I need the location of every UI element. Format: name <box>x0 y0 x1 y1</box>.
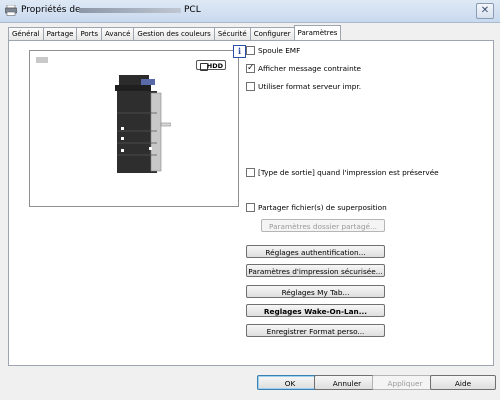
preview-thumbnail-badge <box>36 57 48 63</box>
checkbox-box[interactable] <box>246 203 255 212</box>
checkbox-box[interactable] <box>246 168 255 177</box>
title-bar: Propriétés de PCL ✕ <box>0 0 500 23</box>
checkbox-box-checked[interactable] <box>246 63 255 73</box>
help-button[interactable]: Aide <box>430 375 496 390</box>
tab-sharing[interactable]: Partage <box>42 27 78 40</box>
spool-emf-checkbox[interactable]: Spoule EMF <box>246 46 300 55</box>
window-title-suffix: PCL <box>184 5 201 15</box>
checkbox-box[interactable] <box>246 46 255 55</box>
hdd-icon <box>200 63 208 71</box>
cancel-button[interactable]: Annuler <box>314 375 380 390</box>
spool-emf-label: Spoule EMF <box>258 46 301 55</box>
save-custom-format-button[interactable]: Enregistrer Format perso... <box>246 324 385 337</box>
apply-button[interactable]: Appliquer <box>372 375 438 390</box>
tab-advanced[interactable]: Avancé <box>100 27 135 40</box>
checkbox-box[interactable] <box>246 82 255 91</box>
output-type-label: [Type de sortie] quand l'impression est … <box>258 168 439 177</box>
printer-icon <box>5 5 17 16</box>
wake-on-lan-settings-button[interactable]: Reglages Wake-On-Lan... <box>246 304 385 317</box>
hdd-badge: HDD <box>196 60 226 71</box>
printer-illustration-icon <box>115 75 171 173</box>
show-message-label: Afficher message contrainte <box>258 64 362 73</box>
share-overlay-checkbox[interactable]: Partager fichier(s) de superposition <box>246 203 387 212</box>
shared-folder-settings-button[interactable]: Paramètres dossier partagé... <box>261 219 385 232</box>
window-title-prefix: Propriétés de <box>21 5 81 15</box>
redacted-printer-name <box>79 8 181 13</box>
close-button[interactable]: ✕ <box>476 3 494 19</box>
tab-configure[interactable]: Configurer <box>249 27 295 40</box>
my-tab-settings-button[interactable]: Réglages My Tab... <box>246 285 385 298</box>
share-overlay-label: Partager fichier(s) de superposition <box>258 203 387 212</box>
device-preview: HDD <box>29 50 239 207</box>
tab-color-management[interactable]: Gestion des couleurs <box>133 27 215 40</box>
hdd-label: HDD <box>206 62 223 70</box>
info-icon[interactable]: i <box>233 45 246 58</box>
server-format-checkbox[interactable]: Utiliser format serveur impr. <box>246 82 361 91</box>
server-format-label: Utiliser format serveur impr. <box>258 82 362 91</box>
secure-print-settings-button[interactable]: Paramètres d'impression sécurisée... <box>246 264 385 277</box>
auth-settings-button[interactable]: Réglages authentification... <box>246 245 385 258</box>
show-message-checkbox[interactable]: Afficher message contrainte <box>246 63 362 73</box>
output-type-checkbox[interactable]: [Type de sortie] quand l'impression est … <box>246 168 439 177</box>
tab-general[interactable]: Général <box>8 27 44 40</box>
tab-strip: Général Partage Ports Avancé Gestion des… <box>8 25 342 40</box>
tab-security[interactable]: Sécurité <box>213 27 251 40</box>
tab-ports[interactable]: Ports <box>76 27 102 40</box>
tab-settings[interactable]: Paramètres <box>293 25 342 40</box>
